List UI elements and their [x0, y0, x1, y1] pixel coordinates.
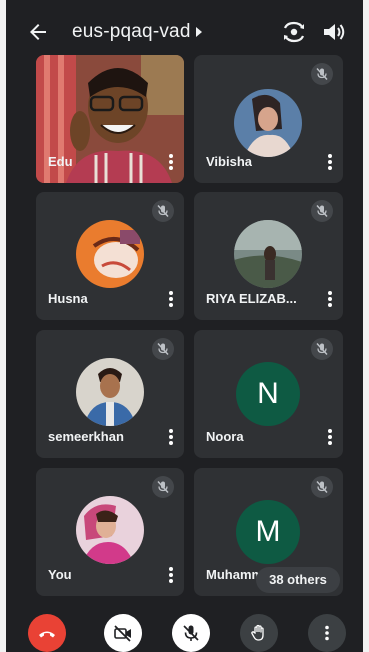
avatar	[234, 220, 302, 288]
mic-off-icon	[152, 200, 174, 222]
hand-icon	[251, 624, 264, 641]
participant-name: semeerkhan	[48, 429, 124, 444]
more-vert-icon[interactable]	[327, 153, 333, 171]
more-vert-icon[interactable]	[168, 290, 174, 308]
end-call-button[interactable]	[28, 614, 66, 652]
avatar	[76, 220, 144, 288]
more-vert-icon[interactable]	[168, 428, 174, 446]
arrow-left-icon[interactable]	[26, 20, 50, 44]
participant-name: Husna	[48, 291, 88, 306]
mic-off-icon	[183, 625, 199, 641]
participant-tile-semeerkhan[interactable]: semeerkhan	[36, 330, 184, 458]
more-options-button[interactable]	[308, 614, 346, 652]
participant-tile-you[interactable]: You	[36, 468, 184, 596]
letter-avatar: M	[236, 500, 300, 564]
mic-off-icon	[311, 476, 333, 498]
mic-off-icon	[152, 476, 174, 498]
mic-off-icon	[311, 63, 333, 85]
participant-name: RIYA ELIZAB...	[206, 291, 297, 306]
avatar	[76, 496, 144, 564]
participant-tile-husna[interactable]: Husna	[36, 192, 184, 320]
others-count-button[interactable]: 38 others	[256, 567, 340, 593]
participant-name: Vibisha	[206, 154, 253, 169]
mic-off-icon	[311, 338, 333, 360]
letter-avatar: N	[236, 362, 300, 426]
more-vert-icon[interactable]	[168, 153, 174, 171]
participant-tile-noora[interactable]: N Noora	[194, 330, 343, 458]
caret-right-icon[interactable]	[194, 26, 204, 38]
meet-call-screen: eus-pqaq-vad Edu Vibisha Husna RIYA ELIZ…	[6, 0, 363, 652]
raise-hand-button[interactable]	[240, 614, 278, 652]
participant-name: Noora	[206, 429, 244, 444]
participant-tile-vibisha[interactable]: Vibisha	[194, 55, 343, 183]
speaker-icon[interactable]	[322, 21, 346, 43]
camera-toggle-button[interactable]	[104, 614, 142, 652]
mic-off-icon	[311, 200, 333, 222]
avatar	[234, 89, 302, 157]
more-vert-icon[interactable]	[327, 428, 333, 446]
flip-camera-icon[interactable]	[281, 20, 307, 44]
more-vert-icon[interactable]	[327, 290, 333, 308]
participant-name: Edu	[48, 154, 73, 169]
participant-name: You	[48, 567, 72, 582]
participant-tile-riya[interactable]: RIYA ELIZAB...	[194, 192, 343, 320]
call-controls	[6, 606, 363, 652]
more-vert-icon	[325, 625, 329, 641]
mic-off-icon	[152, 338, 174, 360]
call-end-icon	[39, 631, 55, 638]
top-bar: eus-pqaq-vad	[6, 0, 363, 60]
meeting-code[interactable]: eus-pqaq-vad	[72, 21, 191, 43]
participant-tile-edu[interactable]: Edu	[36, 55, 184, 183]
videocam-off-icon	[114, 625, 131, 642]
avatar	[76, 358, 144, 426]
mic-toggle-button[interactable]	[172, 614, 210, 652]
participant-name: Muhamm	[206, 567, 264, 582]
more-vert-icon[interactable]	[168, 566, 174, 584]
